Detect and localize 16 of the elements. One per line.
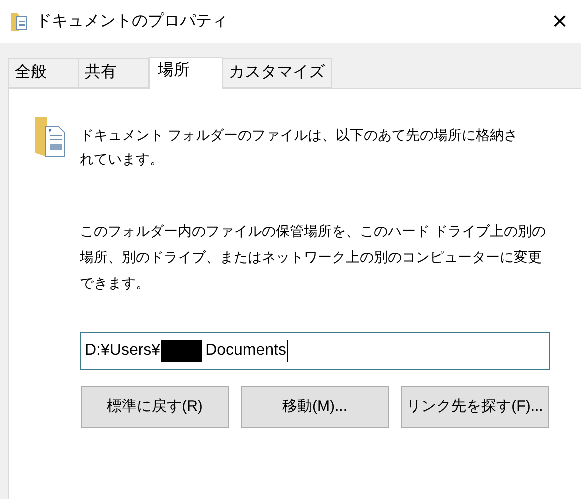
window-title: ドキュメントのプロパティ — [36, 12, 228, 32]
action-button[interactable]: 標準に戻す(R) — [81, 386, 229, 428]
tab[interactable]: カスタマイズ — [222, 58, 332, 88]
folder-document-icon — [10, 10, 30, 32]
tab[interactable]: 場所 — [149, 57, 223, 89]
path-field[interactable]: D:¥Users¥ Documents — [80, 332, 550, 370]
path-text: D:¥Users¥ — [85, 341, 161, 361]
text-caret — [286, 340, 288, 362]
tab[interactable]: 全般 — [8, 58, 79, 88]
path-text: Documents — [206, 341, 286, 361]
action-button[interactable]: 移動(M)... — [241, 386, 389, 428]
action-button[interactable]: リンク先を探す(F)... — [401, 386, 549, 428]
explanation-text: このフォルダー内のファイルの保管場所を、このハード ドライブ上の別の 場所、別のドライブ、またはネットワーク上の別のコンピューターに変更 できます。 — [80, 222, 547, 293]
close-button[interactable]: × — [545, 6, 575, 36]
tab[interactable]: 共有 — [78, 58, 149, 88]
description-text: ドキュメント フォルダーのファイルは、以下のあて先の場所に格納さ れています。 — [80, 126, 518, 169]
